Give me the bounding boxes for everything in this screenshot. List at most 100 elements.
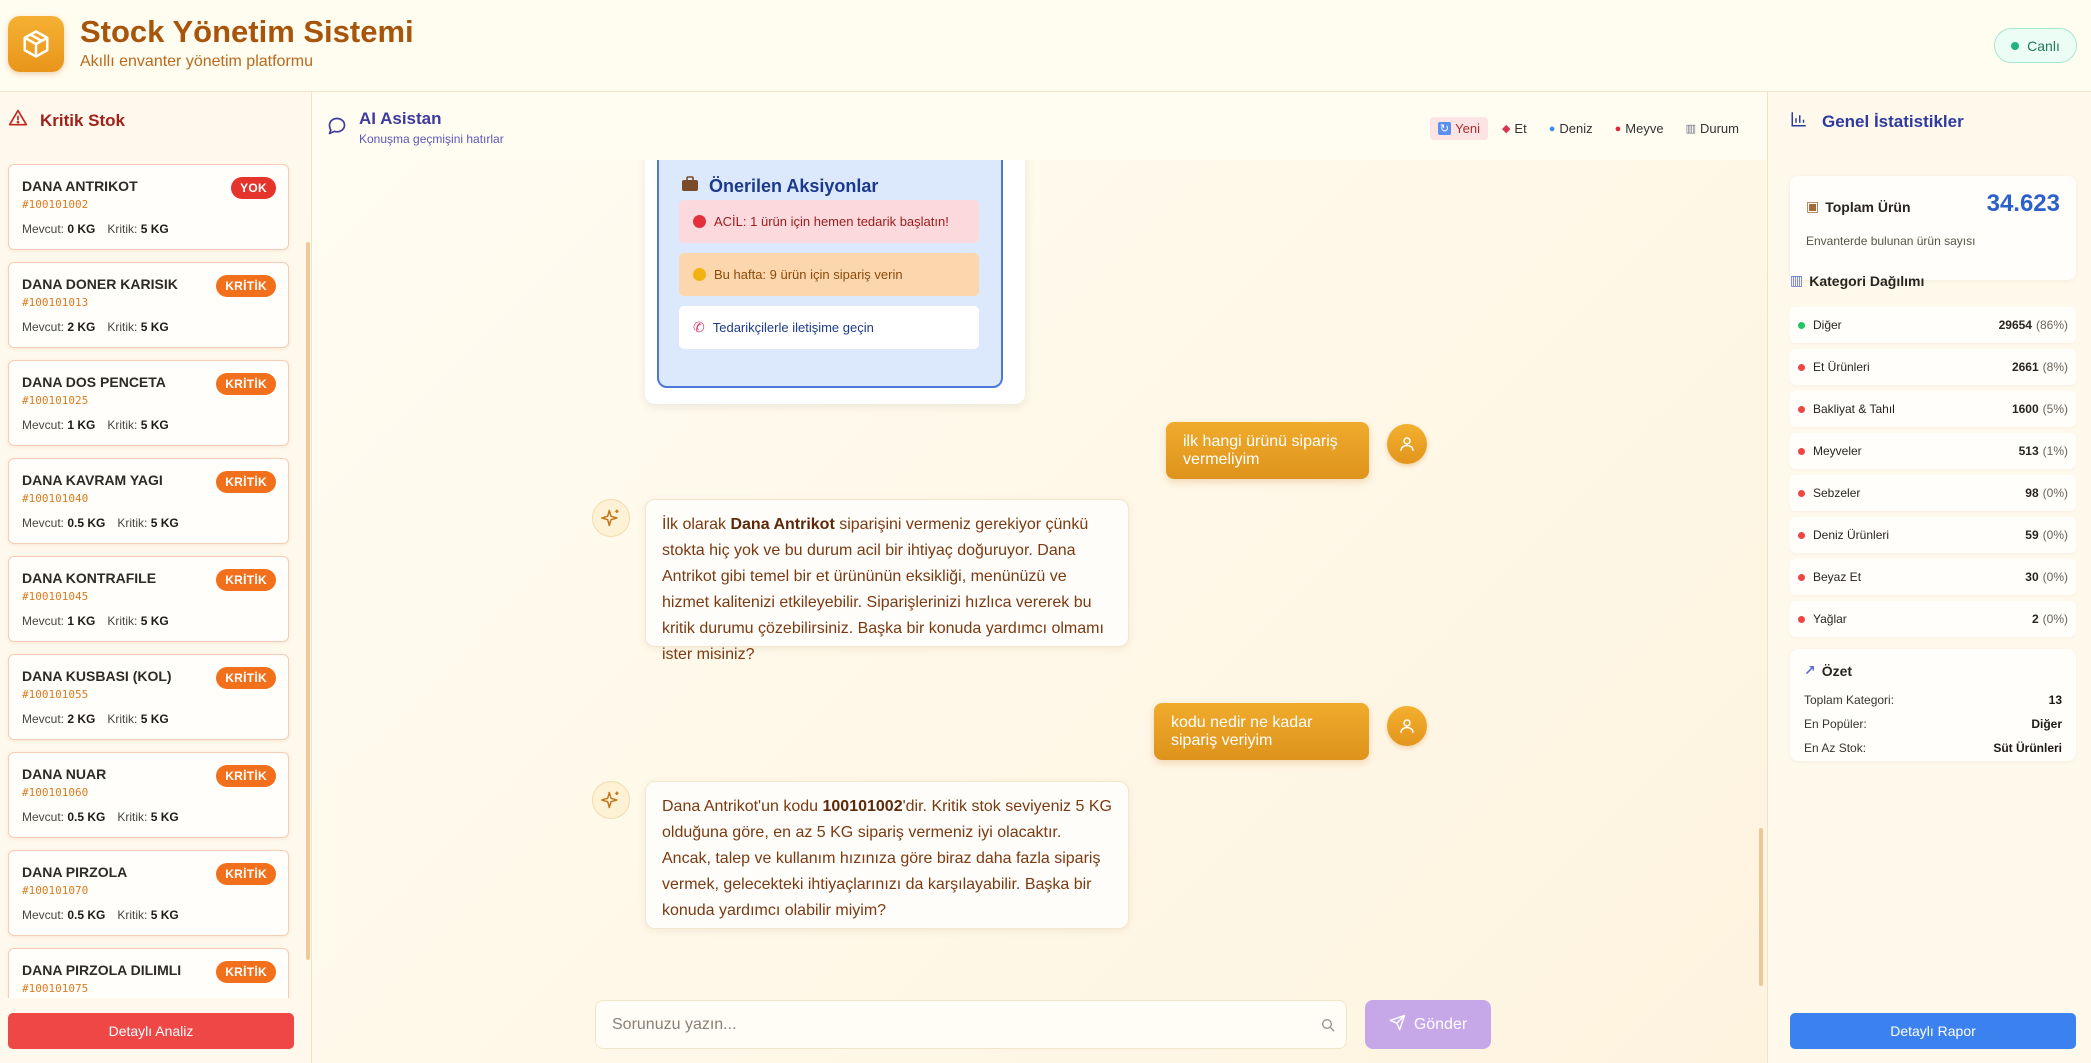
critical-stock-item[interactable]: DANA KONTRAFILE #100101045 Mevcut: 1 KG Kri… — [8, 556, 289, 642]
tab-meyve[interactable]: ● Meyve — [1607, 117, 1672, 140]
stock-item-code: #100101002 — [22, 198, 89, 211]
current-label: Mevcut: — [22, 516, 65, 530]
critical-value: 5 KG — [150, 516, 179, 530]
user-message: ilk hangi ürünü sipariş vermeliyim — [1166, 422, 1369, 479]
critical-stock-item[interactable]: DANA KUSBASI (KOL) #100101055 Mevcut: 2 KG… — [8, 654, 289, 740]
critical-stock-list[interactable]: DANA ANTRIKOT #100101002 Mevcut: 0 KG Kriti… — [0, 164, 312, 998]
tab-deniz[interactable]: ● Deniz — [1541, 117, 1601, 140]
stock-item-levels: Mevcut: 0.5 KG Kritik: 5 KG — [22, 908, 179, 922]
category-row: Yağlar 2 (0%) — [1790, 601, 2076, 637]
category-count: 98 — [2025, 486, 2039, 500]
chat-input-container — [595, 1000, 1347, 1049]
category-dot-icon — [1798, 489, 1805, 497]
stock-item-name: DANA KONTRAFILE — [22, 570, 157, 586]
stock-item-code: #100101025 — [22, 394, 89, 407]
chat-messages[interactable]: Önerilen Aksiyonlar ACİL: 1 ürün için he… — [313, 160, 1767, 988]
detailed-analysis-button[interactable]: Detaylı Analiz — [8, 1013, 294, 1049]
briefcase-icon — [681, 176, 699, 197]
ai-sparkle-icon — [592, 781, 630, 819]
category-dot-icon — [1798, 531, 1805, 539]
stock-item-levels: Mevcut: 1 KG Kritik: 5 KG — [22, 418, 169, 432]
chat-input[interactable] — [596, 1001, 1346, 1048]
summary-value: Diğer — [2031, 717, 2062, 731]
critical-stock-item[interactable]: DANA DOS PENCETA #100101025 Mevcut: 1 KG Kr… — [8, 360, 289, 446]
critical-stock-item[interactable]: DANA NUAR #100101060 Mevcut: 0.5 KG Kritik:… — [8, 752, 289, 838]
stock-item-code: #100101075 — [22, 982, 89, 995]
app-title: Stock Yönetim Sistemi — [80, 14, 414, 49]
category-count: 2 — [2031, 612, 2039, 626]
tab-label: Deniz — [1559, 121, 1593, 136]
live-dot-icon — [2011, 41, 2020, 50]
current-label: Mevcut: — [22, 614, 65, 628]
critical-label: Kritik: — [117, 810, 148, 824]
statistics-title: Genel İstatistikler — [1822, 111, 1964, 131]
user-avatar-icon — [1387, 706, 1427, 746]
stock-item-name: DANA ANTRIKOT — [22, 178, 138, 194]
category-name: Bakliyat & Tahıl — [1813, 402, 1895, 416]
critical-stock-item[interactable]: DANA DONER KARISIK #100101013 Mevcut: 2 KG… — [8, 262, 289, 348]
action-contact-suppliers[interactable]: ✆ Tedarikçilerle iletişime geçin — [679, 306, 979, 349]
category-count: 513 — [2018, 444, 2039, 458]
critical-label: Kritik: — [117, 908, 148, 922]
category-name: Et Ürünleri — [1813, 360, 1870, 374]
action-this-week[interactable]: Bu hafta: 9 ürün için sipariş verin — [679, 253, 979, 296]
statistics-heading: Genel İstatistikler — [1790, 110, 1964, 133]
current-label: Mevcut: — [22, 712, 65, 726]
detailed-report-button[interactable]: Detaylı Rapor — [1790, 1013, 2076, 1049]
chat-scrollbar[interactable] — [1759, 828, 1763, 986]
chart-icon: ▥ — [1685, 123, 1696, 135]
category-dot-icon — [1798, 573, 1805, 581]
status-badge: KRİTİK — [216, 373, 276, 395]
critical-stock-item[interactable]: DANA PIRZOLA DILIMLI#100101075Mevcut: 0.… — [8, 948, 289, 998]
category-row: Deniz Ürünleri 59 (0%) — [1790, 517, 2076, 553]
category-name: Deniz Ürünleri — [1813, 528, 1890, 542]
stock-list-scrollbar[interactable] — [306, 242, 310, 960]
stock-item-code: #100101055 — [22, 688, 89, 701]
total-products-label: ▣ Toplam Ürün — [1806, 198, 1911, 215]
stock-item-name: DANA DONER KARISIK — [22, 276, 178, 292]
tab-et[interactable]: ◆ Et — [1494, 117, 1535, 140]
critical-stock-item[interactable]: DANA PIRZOLA #100101070 Mevcut: 0.5 KG Krit… — [8, 850, 289, 936]
live-status-badge: Canlı — [1994, 28, 2077, 63]
total-products-card: ▣ Toplam Ürün 34.623 Envanterde bulunan … — [1790, 176, 2076, 280]
current-label: Mevcut: — [22, 320, 65, 334]
summary-title: ↗ Özet — [1804, 662, 1852, 679]
status-badge: KRİTİK — [216, 569, 276, 591]
ai-message: İlk olarak Dana Antrikot siparişini verm… — [645, 499, 1129, 663]
bar-chart-icon — [1790, 110, 1808, 133]
search-icon — [1320, 1017, 1336, 1038]
category-name: Meyveler — [1813, 444, 1862, 458]
current-value: 2 KG — [67, 320, 96, 334]
current-value: 1 KG — [67, 614, 96, 628]
action-urgent[interactable]: ACİL: 1 ürün için hemen tedarik başlatın… — [679, 200, 979, 243]
critical-value: 5 KG — [140, 418, 169, 432]
category-dot-icon — [1798, 321, 1805, 329]
category-name: Beyaz Et — [1813, 570, 1862, 584]
status-badge: KRİTİK — [216, 471, 276, 493]
tab-yeni[interactable]: ↻ Yeni — [1429, 117, 1488, 140]
critical-value: 5 KG — [150, 908, 179, 922]
user-message: kodu nedir ne kadar sipariş veriyim — [1154, 703, 1369, 760]
critical-label: Kritik: — [107, 222, 138, 236]
statistics-panel: Genel İstatistikler ▣ Toplam Ürün 34.623… — [1767, 92, 2091, 1063]
send-button[interactable]: Gönder — [1365, 1000, 1491, 1049]
stock-item-levels: Mevcut: 0.5 KG Kritik: 5 KG — [22, 516, 179, 530]
category-percent: (0%) — [2042, 612, 2068, 626]
summary-title-text: Özet — [1821, 662, 1853, 679]
chat-header: AI Asistan Konuşma geçmişini hatırlar ↻ … — [313, 92, 1767, 160]
category-title-text: Kategori Dağılımı — [1809, 272, 1925, 289]
current-label: Mevcut: — [22, 222, 65, 236]
category-count: 30 — [2025, 570, 2039, 584]
current-value: 0 KG — [67, 222, 96, 236]
quick-tabs: ↻ Yeni ◆ Et ● Deniz ● Meyve ▥ Durum — [1429, 117, 1747, 140]
ai-sparkle-icon — [592, 499, 630, 537]
tab-durum[interactable]: ▥ Durum — [1678, 117, 1747, 140]
critical-stock-item[interactable]: DANA ANTRIKOT #100101002 Mevcut: 0 KG Kriti… — [8, 164, 289, 250]
current-value: 0.5 KG — [67, 908, 106, 922]
critical-stock-item[interactable]: DANA KAVRAM YAGI #100101040 Mevcut: 0.5 KG… — [8, 458, 289, 544]
warning-triangle-icon — [8, 108, 28, 133]
category-percent: (0%) — [2042, 570, 2068, 584]
user-avatar-icon — [1387, 424, 1427, 464]
stock-item-code: #100101045 — [22, 590, 89, 603]
stock-item-levels: Mevcut: 0.5 KG Kritik: 5 KG — [22, 810, 179, 824]
